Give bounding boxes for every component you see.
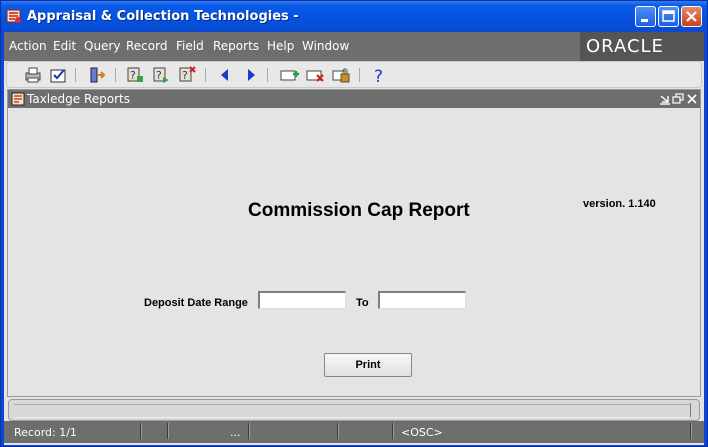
form-window-title: Taxledge Reports: [27, 92, 130, 106]
status-separator: [392, 423, 394, 439]
menu-bar: Action Edit Query Record Field Reports H…: [4, 32, 704, 61]
previous-record-icon[interactable]: [215, 65, 235, 85]
status-separator: [690, 423, 692, 439]
menu-help[interactable]: Help: [267, 39, 294, 53]
form-title-bar[interactable]: Taxledge Reports: [8, 90, 700, 108]
execute-query-icon[interactable]: ?: [151, 65, 171, 85]
form-minimize-icon[interactable]: [659, 92, 671, 106]
save-icon[interactable]: [49, 65, 69, 85]
svg-text:?: ?: [182, 69, 188, 82]
form-window-icon: [11, 92, 25, 106]
toolbar-separator: [267, 68, 268, 82]
status-separator: [337, 423, 339, 439]
to-label: To: [356, 297, 369, 309]
menu-record[interactable]: Record: [126, 39, 167, 53]
message-line: [8, 399, 700, 421]
menu-field[interactable]: Field: [176, 39, 204, 53]
app-icon: [6, 9, 21, 23]
deposit-date-to-field[interactable]: [378, 291, 466, 309]
lock-record-icon[interactable]: [331, 65, 351, 85]
print-button[interactable]: Print: [324, 353, 412, 377]
message-text-area: [14, 404, 689, 418]
svg-text:?: ?: [374, 67, 383, 85]
menu-action[interactable]: Action: [9, 39, 47, 53]
status-bar: Record: 1/1 ... <OSC>: [4, 421, 704, 443]
deposit-date-from-field[interactable]: [258, 291, 346, 309]
minimize-button[interactable]: [635, 6, 656, 27]
print-icon[interactable]: [23, 65, 43, 85]
next-record-icon[interactable]: [241, 65, 261, 85]
toolbar-separator: [75, 68, 76, 82]
toolbar-separator: [359, 68, 360, 82]
form-close-icon[interactable]: [686, 92, 698, 106]
svg-text:?: ?: [130, 69, 136, 82]
enter-query-icon[interactable]: ?: [125, 65, 145, 85]
version-label: version. 1.140: [583, 198, 656, 210]
menu-window[interactable]: Window: [302, 39, 349, 53]
report-title: Commission Cap Report: [248, 200, 470, 221]
toolbar: ? ? ? ?: [6, 61, 702, 88]
maximize-icon: [662, 10, 675, 22]
taxledge-reports-window: Taxledge Reports Commission Cap Report v…: [7, 89, 701, 397]
status-separator: [167, 423, 169, 439]
message-divider: [690, 403, 691, 417]
window-title: Appraisal & Collection Technologies -: [27, 9, 299, 24]
svg-text:?: ?: [156, 69, 162, 82]
status-separator: [248, 423, 250, 439]
delete-record-icon[interactable]: [305, 65, 325, 85]
cancel-query-icon[interactable]: ?: [177, 65, 197, 85]
insert-record-icon[interactable]: [279, 65, 299, 85]
exit-icon[interactable]: [87, 65, 107, 85]
maximize-button[interactable]: [658, 6, 679, 27]
form-restore-icon[interactable]: [672, 92, 684, 106]
minimize-icon: [641, 19, 648, 22]
close-icon: [686, 11, 697, 22]
record-indicator: Record: 1/1: [14, 426, 77, 439]
oracle-logo-text: ORACLE: [586, 36, 664, 57]
deposit-date-range-label: Deposit Date Range: [144, 297, 248, 309]
status-ellipsis: ...: [230, 426, 241, 439]
menu-edit[interactable]: Edit: [53, 39, 76, 53]
application-window: Appraisal & Collection Technologies - Ac…: [0, 0, 708, 447]
toolbar-separator: [115, 68, 116, 82]
title-bar[interactable]: Appraisal & Collection Technologies -: [1, 1, 707, 32]
status-separator: [140, 423, 142, 439]
toolbar-separator: [205, 68, 206, 82]
menu-query[interactable]: Query: [84, 39, 120, 53]
status-mode: <OSC>: [401, 426, 443, 439]
oracle-logo: ORACLE: [580, 32, 704, 61]
client-area: Action Edit Query Record Field Reports H…: [4, 32, 704, 445]
menu-reports[interactable]: Reports: [213, 39, 259, 53]
help-icon[interactable]: ?: [369, 65, 389, 85]
close-button[interactable]: [681, 6, 702, 27]
